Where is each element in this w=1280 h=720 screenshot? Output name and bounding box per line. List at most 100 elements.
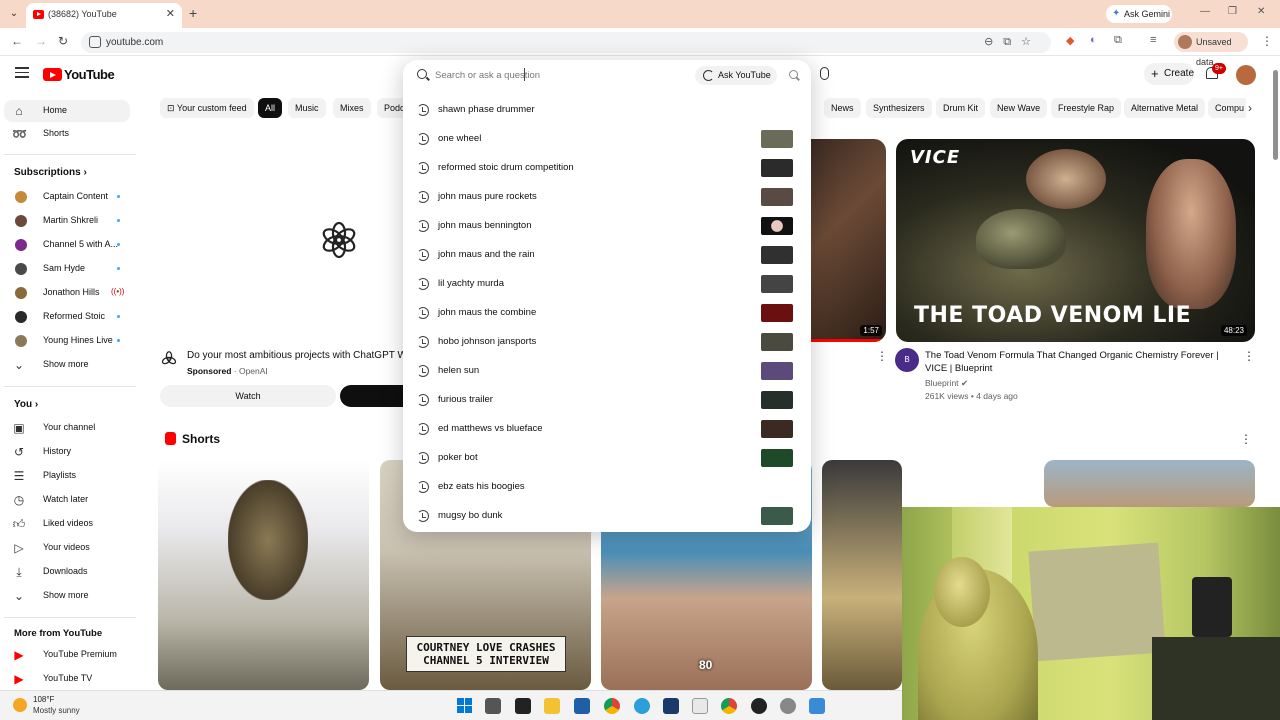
subscriptions-heading[interactable]: Subscriptions ›	[14, 167, 87, 178]
chrome-icon[interactable]	[721, 698, 737, 714]
voice-search-mic-icon[interactable]	[820, 67, 829, 80]
sidebar-item-history[interactable]: ↺ History	[0, 441, 136, 463]
search-suggestion[interactable]: ebz eats his boogies	[403, 473, 811, 502]
chip-mixes[interactable]: Mixes	[333, 98, 371, 118]
sidebar-item-shorts[interactable]: ➿ Shorts	[0, 123, 136, 145]
tab-list-chevron-icon[interactable]: ⌄	[6, 6, 22, 22]
search-submit-icon[interactable]	[787, 68, 801, 82]
search-suggestion[interactable]: john maus pure rockets	[403, 183, 811, 212]
extensions-puzzle-icon[interactable]: ⧉	[1114, 34, 1122, 47]
sidebar-item-subscription[interactable]: Sam Hyde	[0, 258, 136, 280]
search-suggestion[interactable]: one wheel	[403, 125, 811, 154]
search-suggestion[interactable]: john maus the combine	[403, 299, 811, 328]
search-suggestion[interactable]: lil yachty murda	[403, 270, 811, 299]
task-view-icon[interactable]	[485, 698, 501, 714]
sidebar-item-subscription[interactable]: Martin Shkreli	[0, 210, 136, 232]
chip-freestyle-rap[interactable]: Freestyle Rap	[1051, 98, 1122, 118]
search-suggestion[interactable]: ed matthews vs blueface	[403, 415, 811, 444]
chrome-icon[interactable]	[604, 698, 620, 714]
app-icon[interactable]	[663, 698, 679, 714]
sidebar-item-liked-videos[interactable]: 👍︎ Liked videos	[0, 513, 136, 535]
back-arrow-icon[interactable]: ←	[11, 34, 23, 48]
more-options-icon[interactable]: ⋮	[876, 349, 888, 363]
extension-icon[interactable]: ◐	[1090, 34, 1097, 46]
address-bar[interactable]: youtube.com ⊖⧉☆	[81, 32, 1051, 53]
sidebar-item-subscription[interactable]: Channel 5 with A...	[0, 234, 136, 256]
more-options-icon[interactable]: ⋮	[1243, 349, 1255, 363]
metamask-extension-icon[interactable]: ◆	[1066, 34, 1074, 47]
search-suggestion[interactable]: shawn phase drummer	[403, 96, 811, 125]
notepad-icon[interactable]	[809, 698, 825, 714]
you-heading[interactable]: You ›	[14, 399, 38, 410]
omnibox-actions[interactable]: ⊖⧉☆	[984, 35, 1041, 49]
sidebar-item-your-channel[interactable]: ▣ Your channel	[0, 417, 136, 439]
store-icon[interactable]	[574, 698, 590, 714]
site-settings-icon[interactable]	[89, 36, 101, 48]
windows-start-icon[interactable]	[457, 698, 472, 713]
search-suggestion[interactable]: mugsy bo dunk	[403, 502, 811, 531]
video-channel[interactable]: Blueprint ✔	[925, 378, 968, 389]
file-explorer-icon[interactable]	[544, 698, 560, 714]
search-suggestion[interactable]: hobo johnson jansports	[403, 328, 811, 357]
window-close-icon[interactable]: ✕	[1257, 6, 1265, 17]
search-suggestion[interactable]: helen sun	[403, 357, 811, 386]
short-video[interactable]	[1044, 460, 1255, 507]
shorts-more-icon[interactable]: ⋮	[1240, 432, 1252, 446]
channel-avatar[interactable]: B	[895, 348, 919, 372]
ad-watch-button[interactable]: Watch	[160, 385, 336, 407]
create-button[interactable]: + Create	[1144, 63, 1194, 85]
reload-icon[interactable]: ↻	[58, 34, 68, 48]
search-suggestion[interactable]: reformed stoic drum competition	[403, 154, 811, 183]
ask-youtube-button[interactable]: Ask YouTube	[695, 66, 777, 85]
video-thumbnail-partial[interactable]: 1:57	[810, 139, 886, 342]
sidebar-item-your-videos[interactable]: ▷ Your videos	[0, 537, 136, 559]
chip-all[interactable]: All	[258, 98, 283, 118]
browser-menu-icon[interactable]: ⋮	[1261, 34, 1273, 48]
chip-synthesizers[interactable]: Synthesizers	[866, 98, 932, 118]
chip-computers[interactable]: Compu	[1208, 98, 1246, 118]
account-avatar[interactable]	[1236, 65, 1256, 85]
ask-gemini-button[interactable]: ✦ Ask Gemini	[1106, 5, 1172, 23]
sidebar-item-subscription[interactable]: Captain Content	[0, 186, 136, 208]
telegram-icon[interactable]	[634, 698, 650, 714]
app-icon[interactable]	[692, 698, 708, 714]
chip-new-wave[interactable]: New Wave	[990, 98, 1048, 118]
search-suggestion[interactable]: furious trailer	[403, 386, 811, 415]
new-tab-plus-icon[interactable]: +	[189, 5, 197, 21]
terminal-icon[interactable]	[515, 698, 531, 714]
tab-close-icon[interactable]: ✕	[166, 7, 175, 20]
chip-custom-feed[interactable]: ⊡ Your custom feed	[160, 98, 254, 118]
weather-condition[interactable]: Mostly sunny	[33, 706, 80, 715]
sidebar-item-subscription[interactable]: Young Hines Live	[0, 330, 136, 352]
ad-cta-button[interactable]	[340, 385, 410, 407]
video-title[interactable]: The Toad Venom Formula That Changed Orga…	[925, 349, 1235, 375]
reading-list-icon[interactable]: ≡	[1150, 34, 1156, 46]
weather-temperature[interactable]: 108°F	[33, 695, 54, 704]
sidebar-item-subscription[interactable]: Jonathon Hills ((•))	[0, 282, 136, 304]
chip-music[interactable]: Music	[288, 98, 326, 118]
chips-next-arrow-icon[interactable]: ›	[1248, 101, 1252, 115]
ad-title[interactable]: Do your most ambitious projects with Cha…	[187, 350, 405, 361]
sidebar-item-downloads[interactable]: ⤓ Downloads	[0, 561, 136, 583]
search-suggestion[interactable]: john maus and the rain	[403, 241, 811, 270]
browser-tab-youtube[interactable]: (38682) YouTube ✕	[26, 3, 182, 28]
profile-button[interactable]: Unsaved data	[1174, 32, 1248, 67]
minimize-icon[interactable]: —	[1200, 6, 1210, 17]
chip-alternative-metal[interactable]: Alternative Metal	[1124, 98, 1206, 118]
sidebar-item-playlists[interactable]: ☰ Playlists	[0, 465, 136, 487]
show-more-you[interactable]: ⌄ Show more	[0, 585, 136, 607]
settings-gear-icon[interactable]	[780, 698, 796, 714]
chip-drum-kit[interactable]: Drum Kit	[936, 98, 986, 118]
sidebar-item-youtube-premium[interactable]: ▶ YouTube Premium	[0, 644, 136, 666]
scrollbar-thumb[interactable]	[1273, 70, 1278, 160]
search-suggestion[interactable]: poker bot	[403, 444, 811, 473]
chip-news[interactable]: News	[824, 98, 861, 118]
sidebar-item-youtube-tv[interactable]: ▶ YouTube TV	[0, 668, 136, 690]
short-video[interactable]	[822, 460, 902, 690]
sidebar-item-watch-later[interactable]: ◷ Watch later	[0, 489, 136, 511]
show-more-subscriptions[interactable]: ⌄ Show more	[0, 354, 136, 376]
video-thumbnail[interactable]: VICE THE TOAD VENOM LIE 48:23	[896, 139, 1255, 342]
sidebar-item-home[interactable]: ⌂ Home	[4, 100, 130, 122]
search-input[interactable]	[435, 67, 685, 83]
hamburger-menu-icon[interactable]	[15, 67, 29, 81]
